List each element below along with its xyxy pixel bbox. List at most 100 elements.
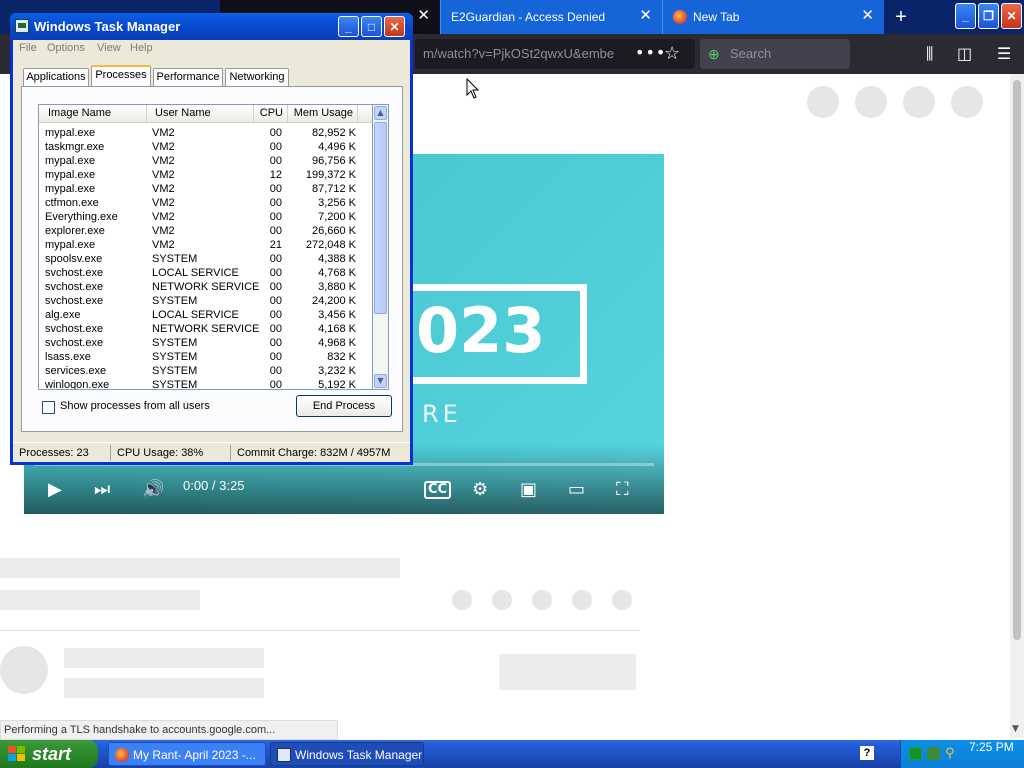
tab-performance[interactable]: Performance [153, 68, 223, 87]
process-cpu: 00 [269, 141, 282, 153]
process-mem-usage: 4,168 K [318, 323, 356, 335]
process-row[interactable]: mypal.exe VM2 00 87,712 K [39, 182, 372, 196]
fullscreen-icon[interactable]: ⛶ [616, 478, 629, 502]
process-row[interactable]: mypal.exe VM2 00 96,756 K [39, 154, 372, 168]
process-row[interactable]: mypal.exe VM2 12 199,372 K [39, 168, 372, 182]
process-row[interactable]: lsass.exe SYSTEM 00 832 K [39, 350, 372, 364]
close-window-button[interactable]: ✕ [1001, 3, 1022, 29]
scroll-up-icon[interactable]: ▲ [374, 106, 387, 120]
process-user-name: LOCAL SERVICE [152, 309, 239, 321]
process-row[interactable]: alg.exe LOCAL SERVICE 00 3,456 K [39, 308, 372, 322]
process-row[interactable]: mypal.exe VM2 21 272,048 K [39, 238, 372, 252]
process-list-scroll-thumb[interactable] [374, 122, 387, 314]
next-icon[interactable]: ⏭ [94, 478, 110, 502]
sidebar-icon[interactable]: ◫ [957, 34, 972, 74]
start-button[interactable]: start [0, 740, 98, 768]
taskbar-button-task-manager[interactable]: Windows Task Manager [270, 742, 424, 766]
miniplayer-icon[interactable]: ▣ [520, 478, 537, 502]
captions-icon[interactable]: CC [424, 481, 452, 499]
mouse-cursor-icon [466, 78, 480, 99]
help-icon[interactable]: ? [860, 746, 874, 760]
close-tab-icon[interactable]: ✕ [417, 8, 430, 24]
library-icon[interactable]: ⫼ [926, 34, 933, 74]
settings-gear-icon[interactable]: ⚙ [472, 478, 488, 502]
process-row[interactable]: ctfmon.exe VM2 00 3,256 K [39, 196, 372, 210]
status-cpu-usage: CPU Usage: 38% [113, 445, 231, 461]
process-row[interactable]: svchost.exe NETWORK SERVICE 00 4,168 K [39, 322, 372, 336]
placeholder-channel-avatar [0, 646, 48, 694]
page-scroll-thumb[interactable] [1013, 80, 1021, 640]
theater-mode-icon[interactable]: ▭ [568, 478, 585, 502]
tray-network-icon[interactable] [909, 747, 922, 760]
menu-view[interactable]: View [97, 42, 121, 54]
process-list-header: Image Name User Name CPU Mem Usage [39, 105, 372, 123]
process-row[interactable]: svchost.exe LOCAL SERVICE 00 4,768 K [39, 266, 372, 280]
process-row[interactable]: svchost.exe SYSTEM 00 24,200 K [39, 294, 372, 308]
menu-options[interactable]: Options [47, 42, 85, 54]
process-cpu: 00 [269, 197, 282, 209]
tm-minimize-button[interactable]: _ [338, 16, 359, 37]
task-manager-app-icon [15, 19, 29, 33]
close-tab-icon[interactable]: ✕ [639, 8, 652, 24]
tray-search-icon[interactable]: ⚲ [945, 747, 958, 760]
status-processes: Processes: 23 [15, 445, 111, 461]
column-user-name[interactable]: User Name [147, 105, 254, 123]
tray-app-icon[interactable] [927, 747, 940, 760]
restore-button[interactable]: ❐ [978, 3, 999, 29]
process-row[interactable]: Everything.exe VM2 00 7,200 K [39, 210, 372, 224]
minimize-button[interactable]: _ [955, 3, 976, 29]
show-all-processes-checkbox[interactable] [42, 401, 55, 414]
play-icon[interactable]: ▶ [48, 478, 62, 502]
process-image-name: svchost.exe [45, 281, 104, 293]
process-image-name: services.exe [45, 365, 107, 377]
close-icon: ✕ [1006, 9, 1017, 23]
volume-icon[interactable]: 🔊 [142, 478, 164, 502]
process-row[interactable]: spoolsv.exe SYSTEM 00 4,388 K [39, 252, 372, 266]
tab-e2guardian[interactable]: E2Guardian - Access Denied ✕ [440, 0, 662, 34]
scroll-down-icon[interactable]: ▼ [1012, 724, 1019, 734]
tab-new-tab[interactable]: New Tab ✕ [662, 0, 884, 34]
menu-help[interactable]: Help [130, 42, 153, 54]
tab-applications[interactable]: Applications [23, 68, 89, 87]
maximize-icon: □ [367, 19, 376, 34]
process-row[interactable]: svchost.exe SYSTEM 00 4,968 K [39, 336, 372, 350]
process-user-name: SYSTEM [152, 379, 198, 390]
process-cpu: 00 [269, 295, 282, 307]
video-time: 0:00 / 3:25 [183, 478, 245, 493]
bookmark-star-icon[interactable]: ☆ [664, 34, 680, 74]
tm-maximize-button[interactable]: □ [361, 16, 382, 37]
process-list[interactable]: Image Name User Name CPU Mem Usage mypal… [38, 104, 373, 390]
process-row[interactable]: mypal.exe VM2 00 82,952 K [39, 126, 372, 140]
process-user-name: SYSTEM [152, 365, 198, 377]
search-box[interactable]: ⊕ Search [700, 39, 850, 69]
process-row[interactable]: services.exe SYSTEM 00 3,232 K [39, 364, 372, 378]
process-row[interactable]: svchost.exe NETWORK SERVICE 00 3,880 K [39, 280, 372, 294]
close-tab-icon[interactable]: ✕ [861, 8, 874, 24]
process-cpu: 00 [269, 155, 282, 167]
process-row[interactable]: winlogon.exe SYSTEM 00 5,192 K [39, 378, 372, 390]
process-cpu: 12 [269, 169, 282, 181]
task-manager-title-bar[interactable]: Windows Task Manager _ □ ✕ [10, 13, 413, 40]
tab-networking[interactable]: Networking [225, 68, 289, 87]
process-list-scrollbar[interactable]: ▲ ▼ [373, 104, 389, 390]
new-tab-button[interactable]: + [884, 0, 918, 34]
search-placeholder: Search [730, 46, 772, 61]
process-image-name: explorer.exe [45, 225, 105, 237]
page-actions-menu-icon[interactable]: ••• [635, 34, 666, 74]
menu-file[interactable]: File [19, 42, 37, 54]
page-scrollbar[interactable]: ▼ [1010, 74, 1024, 738]
process-row[interactable]: explorer.exe VM2 00 26,660 K [39, 224, 372, 238]
column-mem-usage[interactable]: Mem Usage [288, 105, 358, 123]
process-row[interactable]: taskmgr.exe VM2 00 4,496 K [39, 140, 372, 154]
process-mem-usage: 272,048 K [305, 239, 356, 251]
task-manager-icon [277, 748, 291, 762]
process-cpu: 00 [269, 267, 282, 279]
hamburger-menu-icon[interactable]: ☰ [997, 34, 1011, 74]
column-cpu[interactable]: CPU [254, 105, 288, 123]
end-process-button[interactable]: End Process [296, 395, 392, 417]
tab-processes[interactable]: Processes [91, 65, 151, 87]
scroll-down-icon[interactable]: ▼ [374, 374, 387, 388]
tm-close-button[interactable]: ✕ [384, 16, 405, 37]
column-image-name[interactable]: Image Name [39, 105, 147, 123]
taskbar-button-browser[interactable]: My Rant- April 2023 -... [108, 742, 266, 766]
